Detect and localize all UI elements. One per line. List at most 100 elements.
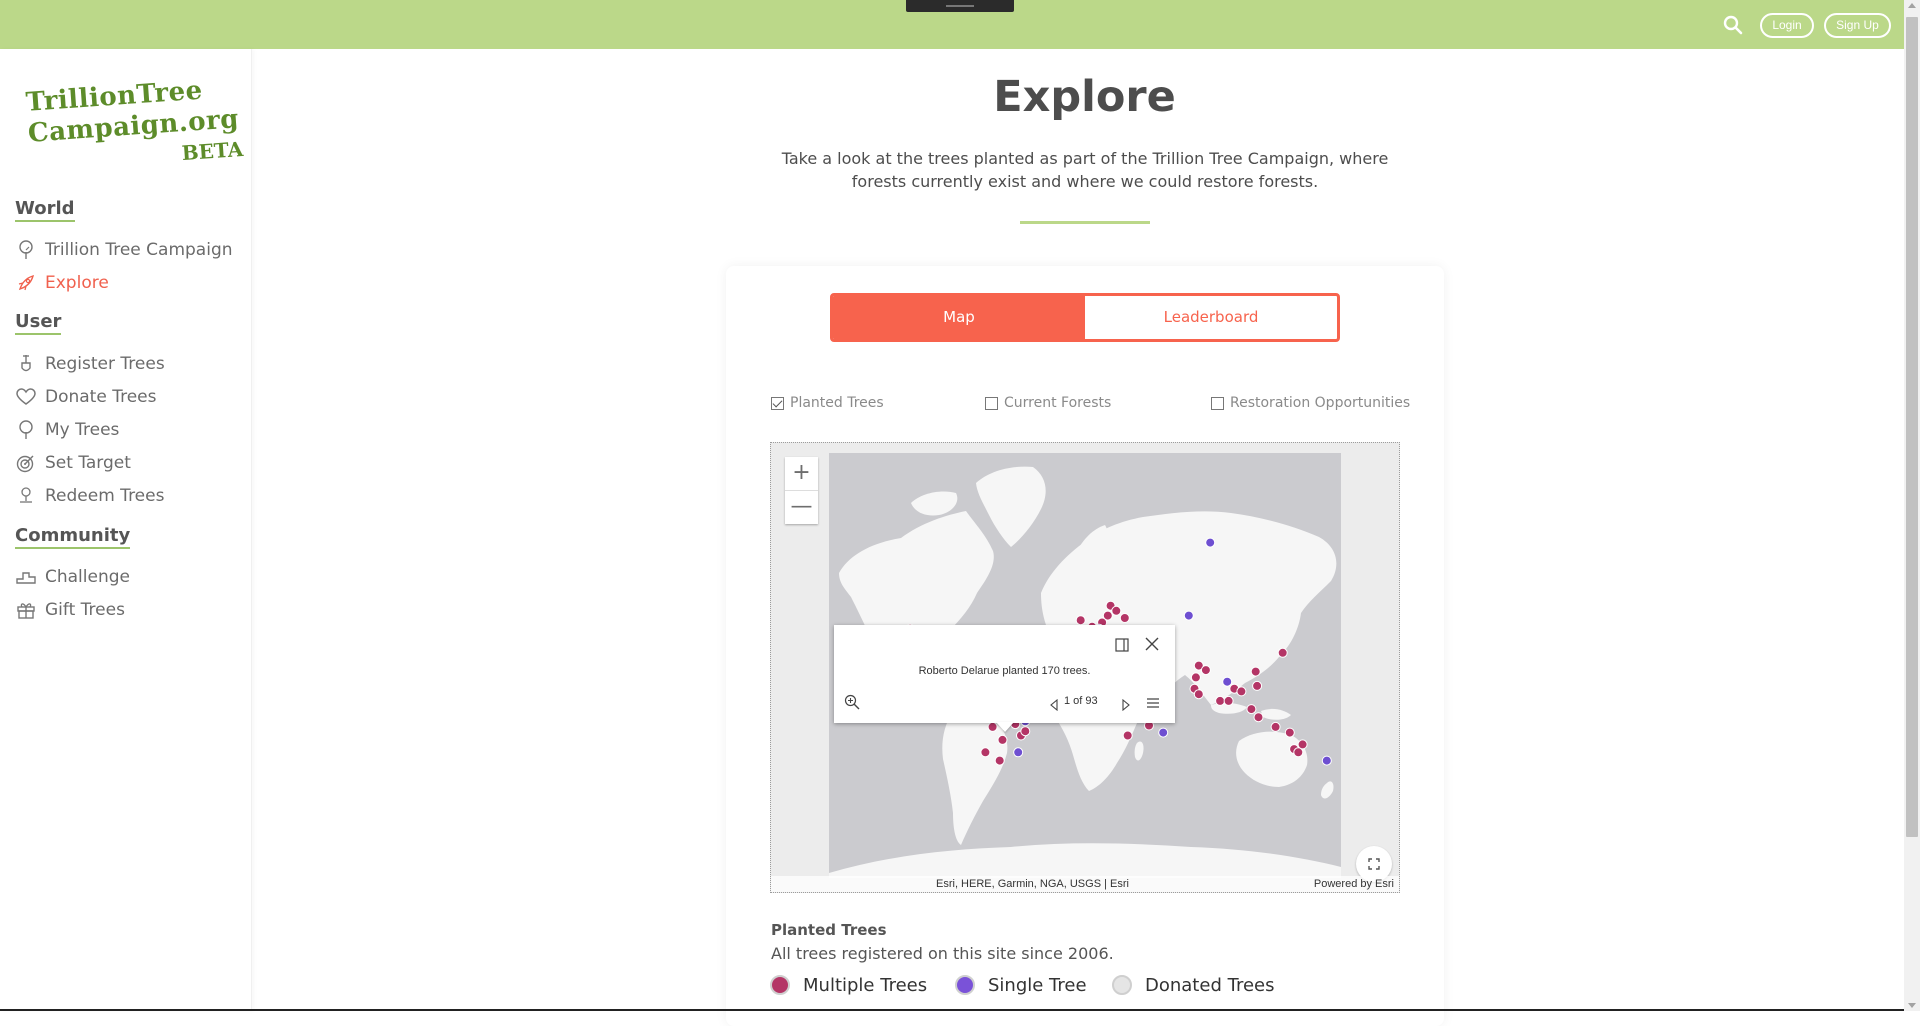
planted-trees-marker[interactable] [1215, 695, 1226, 706]
tab-map[interactable]: Map [833, 296, 1085, 339]
planted-trees-marker[interactable] [1236, 686, 1247, 697]
sidebar-item-trillion-tree-campaign[interactable]: Trillion Tree Campaign [15, 238, 233, 262]
planted-trees-marker[interactable] [1277, 647, 1288, 658]
single-tree-marker[interactable] [1183, 610, 1194, 621]
sidebar-item-label: My Trees [45, 420, 120, 440]
tree-icon [15, 239, 37, 261]
legend-swatch [1112, 975, 1132, 995]
next-feature-icon[interactable] [1120, 696, 1132, 712]
top-bar: Login Sign Up [0, 0, 1904, 49]
sidebar-item-label: Redeem Trees [45, 486, 165, 506]
legend-subtitle: All trees registered on this site since … [771, 944, 1114, 963]
zoom-in-button[interactable]: + [785, 457, 818, 491]
single-tree-marker[interactable] [1205, 537, 1216, 548]
target-icon [15, 452, 37, 474]
popup-message: Roberto Delarue planted 170 trees. [918, 665, 1091, 677]
sidebar-item-challenge[interactable]: Challenge [15, 565, 130, 589]
gift-icon [15, 599, 37, 621]
planted-trees-marker[interactable] [994, 755, 1005, 766]
single-tree-marker[interactable] [1222, 676, 1233, 687]
page-scrollbar[interactable] [1904, 0, 1920, 1011]
scroll-thumb[interactable] [1906, 17, 1918, 837]
zoom-out-button[interactable]: — [785, 491, 818, 524]
legend-label: Single Tree [988, 974, 1087, 996]
planted-trees-marker[interactable] [1252, 680, 1263, 691]
feature-menu-icon[interactable] [1146, 695, 1160, 709]
planted-trees-marker[interactable] [1111, 605, 1122, 616]
planted-trees-marker[interactable] [1223, 695, 1234, 706]
sidebar-item-gift-trees[interactable]: Gift Trees [15, 598, 125, 622]
title-divider [1020, 221, 1150, 224]
checkbox[interactable] [771, 396, 784, 410]
planted-trees-marker[interactable] [1250, 666, 1261, 677]
heart-icon [15, 386, 37, 408]
sidebar-item-redeem-trees[interactable]: Redeem Trees [15, 484, 164, 508]
planted-trees-marker[interactable] [1297, 739, 1308, 750]
planted-trees-marker[interactable] [1075, 615, 1086, 626]
planted-trees-marker[interactable] [1122, 730, 1133, 741]
planted-trees-marker[interactable] [1119, 613, 1130, 623]
sidebar-item-label: Explore [45, 273, 109, 293]
planted-trees-marker[interactable] [1193, 689, 1204, 700]
planted-trees-marker[interactable] [1102, 610, 1113, 621]
sidebar-item-donate-trees[interactable]: Donate Trees [15, 385, 157, 409]
legend-item-donated-trees: Donated Trees [1112, 974, 1274, 996]
window-handle[interactable] [906, 0, 1014, 12]
single-tree-marker[interactable] [1013, 747, 1024, 758]
sidebar-section-user: User [15, 311, 62, 335]
previous-feature-icon[interactable] [1048, 696, 1060, 712]
sidebar-item-my-trees[interactable]: My Trees [15, 418, 119, 442]
sidebar-item-register-trees[interactable]: Register Trees [15, 352, 165, 376]
legend-title: Planted Trees [771, 921, 887, 939]
tab-leaderboard[interactable]: Leaderboard [1085, 296, 1337, 339]
layer-label: Restoration Opportunities [1230, 395, 1411, 411]
sidebar-item-set-target[interactable]: Set Target [15, 451, 131, 475]
planted-trees-marker[interactable] [1270, 721, 1281, 732]
shovel-icon [15, 353, 37, 375]
planted-trees-marker[interactable] [980, 747, 991, 758]
zoom-to-icon[interactable] [844, 694, 860, 710]
sidebar-item-explore[interactable]: Explore [15, 271, 109, 295]
layer-toggle-planted-trees[interactable]: Planted Trees [771, 394, 884, 412]
page-title: Explore [993, 72, 1176, 122]
search-icon[interactable] [1722, 14, 1744, 36]
checkbox[interactable] [985, 396, 998, 410]
planted-trees-marker[interactable] [1200, 665, 1211, 676]
single-tree-marker[interactable] [1158, 727, 1169, 738]
layer-toggle-current-forests[interactable]: Current Forests [985, 394, 1111, 412]
legend-item-single-tree: Single Tree [955, 974, 1087, 996]
view-tabs: Map Leaderboard [830, 293, 1340, 342]
challenge-icon [15, 566, 37, 588]
zoom-control: + — [785, 457, 818, 524]
planted-trees-marker[interactable] [1284, 727, 1295, 738]
scroll-down-arrow[interactable] [1908, 1003, 1916, 1008]
layer-label: Current Forests [1004, 395, 1112, 411]
legend-label: Donated Trees [1145, 974, 1275, 996]
login-button[interactable]: Login [1760, 13, 1814, 38]
sidebar-section-world: World [15, 198, 75, 222]
sidebar-item-label: Register Trees [45, 354, 165, 374]
planted-trees-marker[interactable] [1020, 726, 1031, 737]
dock-icon[interactable] [1115, 637, 1129, 652]
powered-by-esri[interactable]: Powered by Esri [1314, 876, 1394, 892]
planted-trees-marker[interactable] [1190, 672, 1201, 683]
close-icon[interactable] [1144, 636, 1160, 652]
layer-toggle-restoration-opportunities[interactable]: Restoration Opportunities [1211, 394, 1410, 412]
single-tree-marker[interactable] [1321, 755, 1332, 766]
sidebar-section-community: Community [15, 525, 131, 549]
logo-beta: BETA [180, 136, 244, 166]
sidebar-item-label: Set Target [45, 453, 131, 473]
sprout-icon [15, 485, 37, 507]
sidebar-item-label: Trillion Tree Campaign [45, 240, 233, 260]
planted-trees-marker[interactable] [1253, 712, 1264, 723]
sidebar-item-label: Challenge [45, 567, 130, 587]
planted-trees-marker[interactable] [1246, 704, 1257, 715]
logo[interactable]: TrillionTree Campaign.org BETA [24, 61, 244, 175]
attribution-sources[interactable]: Esri, HERE, Garmin, NGA, USGS | Esri [936, 876, 1129, 892]
signup-button[interactable]: Sign Up [1824, 13, 1891, 38]
planted-trees-marker[interactable] [997, 734, 1008, 745]
checkbox[interactable] [1211, 396, 1224, 410]
page-subtitle: Take a look at the trees planted as part… [781, 149, 1389, 191]
scroll-up-arrow[interactable] [1908, 3, 1916, 8]
legend-item-multiple-trees: Multiple Trees [770, 974, 927, 996]
